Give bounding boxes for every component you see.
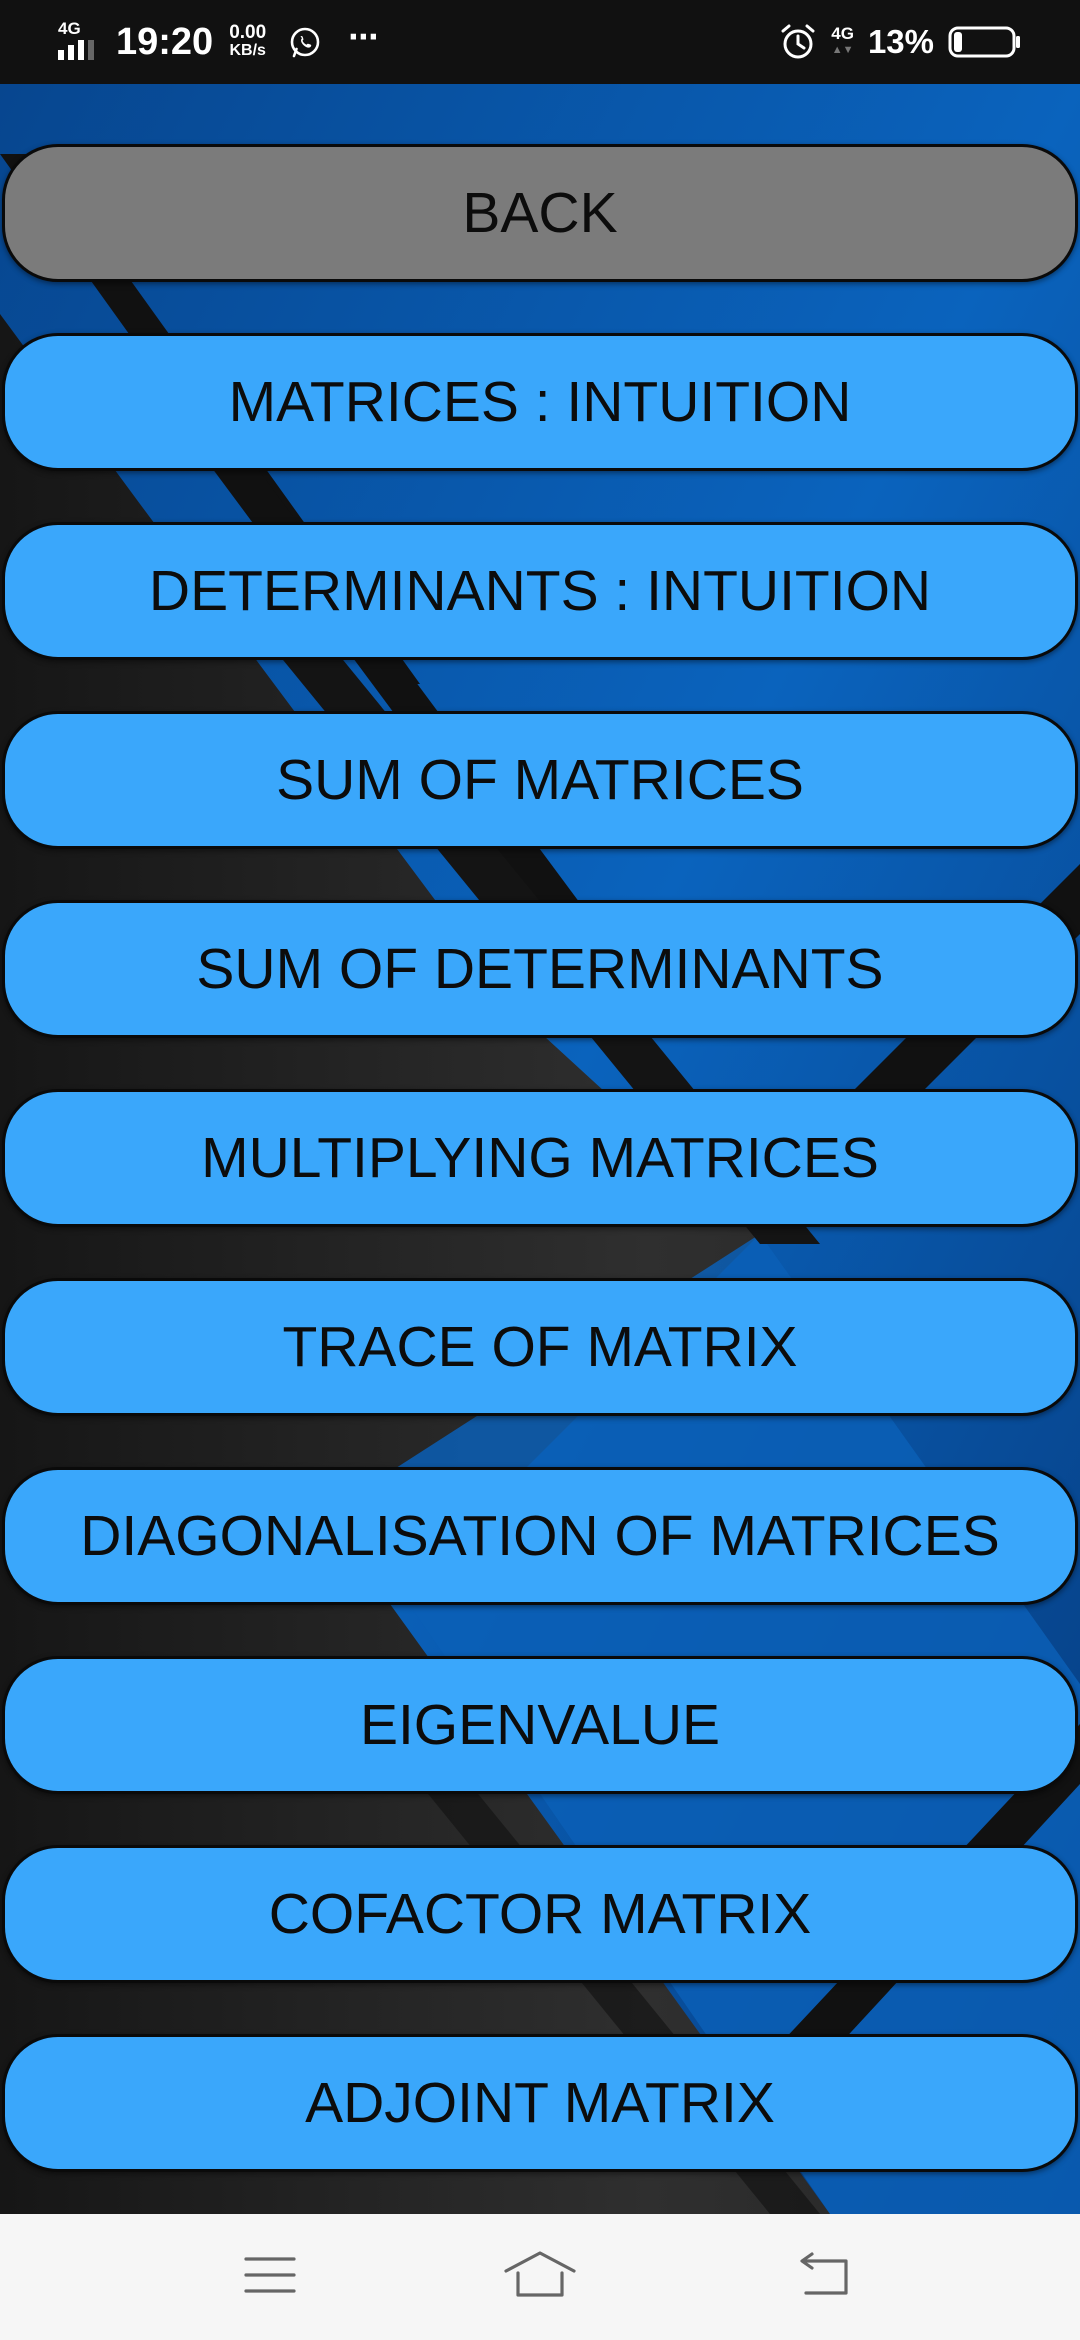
menu-button-label: DIAGONALISATION OF MATRICES — [80, 1504, 1000, 1568]
nav-home-button[interactable] — [500, 2240, 580, 2310]
home-icon — [504, 2251, 576, 2297]
menu-button-label: MULTIPLYING MATRICES — [201, 1126, 879, 1190]
menu-button-label: SUM OF MATRICES — [276, 748, 804, 812]
trace-of-matrix-button[interactable]: TRACE OF MATRIX — [2, 1278, 1078, 1416]
whatsapp-icon — [290, 27, 320, 58]
battery-percent: 13% — [867, 23, 934, 60]
signal-icon: 4G — [58, 20, 104, 64]
network-type-right-label: 4G — [831, 24, 854, 43]
menu-button-label: DETERMINANTS : INTUITION — [148, 559, 932, 623]
battery-icon — [948, 26, 1020, 58]
network-speed-value: 0.00 — [229, 22, 267, 43]
main-content: BACK MATRICES : INTUITION DETERMINANTS :… — [0, 84, 1080, 2214]
status-left: 4G 19:20 0.00 KB/s ⋯ — [58, 16, 381, 68]
menu-button-label: SUM OF DETERMINANTS — [196, 937, 884, 1001]
menu-button-label: MATRICES : INTUITION — [228, 370, 852, 434]
determinants-intuition-button[interactable]: DETERMINANTS : INTUITION — [2, 522, 1078, 660]
back-icon — [800, 2252, 848, 2295]
multiplying-matrices-button[interactable]: MULTIPLYING MATRICES — [2, 1089, 1078, 1227]
eigenvalue-button[interactable]: EIGENVALUE — [2, 1656, 1078, 1794]
matrices-intuition-button[interactable]: MATRICES : INTUITION — [2, 333, 1078, 471]
adjoint-matrix-button[interactable]: ADJOINT MATRIX — [2, 2034, 1078, 2172]
clock: 19:20 — [116, 20, 214, 63]
back-button-label: BACK — [462, 181, 618, 245]
nav-back-button[interactable] — [784, 2240, 864, 2310]
network-type-right: 4G ▲▼ — [831, 24, 854, 56]
status-right: 4G ▲▼ 13% — [779, 16, 1022, 68]
network-speed-unit: KB/s — [229, 42, 266, 59]
alarm-icon — [781, 24, 815, 59]
network-type-left: 4G — [58, 19, 81, 38]
status-bar: 4G 19:20 0.00 KB/s ⋯ 4G ▲▼ 13% — [0, 0, 1080, 84]
back-button[interactable]: BACK — [2, 144, 1078, 282]
nav-menu-button[interactable] — [230, 2240, 310, 2310]
menu-button-label: ADJOINT MATRIX — [305, 2071, 775, 2135]
menu-icon — [244, 2257, 296, 2293]
menu-button-label: EIGENVALUE — [359, 1693, 721, 1757]
diagonalisation-button[interactable]: DIAGONALISATION OF MATRICES — [2, 1467, 1078, 1605]
network-speed: 0.00 KB/s — [229, 22, 267, 60]
more-icon: ⋯ — [348, 20, 382, 54]
cofactor-matrix-button[interactable]: COFACTOR MATRIX — [2, 1845, 1078, 1983]
sum-of-determinants-button[interactable]: SUM OF DETERMINANTS — [2, 900, 1078, 1038]
menu-button-label: COFACTOR MATRIX — [268, 1882, 812, 1946]
menu-button-label: TRACE OF MATRIX — [282, 1315, 798, 1379]
navigation-bar — [0, 2214, 1080, 2340]
sum-of-matrices-button[interactable]: SUM OF MATRICES — [2, 711, 1078, 849]
